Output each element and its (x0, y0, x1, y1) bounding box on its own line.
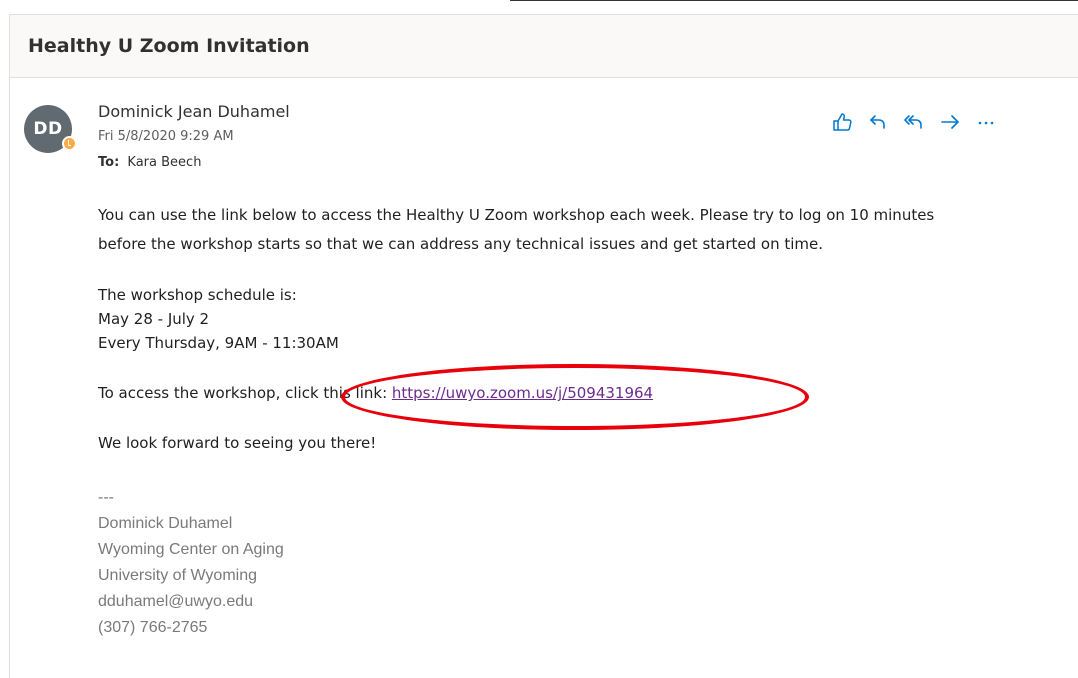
signature-separator: --- (98, 489, 114, 506)
signature-email: dduhamel@uwyo.edu (98, 593, 254, 610)
forward-icon (941, 115, 959, 129)
reply-icon (870, 115, 885, 129)
schedule-heading: The workshop schedule is: (98, 286, 297, 304)
reply-all-icon (904, 115, 922, 129)
recipient-line: To: Kara Beech (98, 155, 201, 170)
message-actions (828, 108, 1008, 136)
to-label: To: (98, 155, 120, 170)
reply-all-button[interactable] (900, 108, 928, 136)
schedule-dates: May 28 - July 2 (98, 310, 210, 328)
signature-phone: (307) 766-2765 (98, 619, 208, 636)
presence-away-icon (62, 136, 77, 151)
link-prefix: To access the workshop, click this link: (98, 384, 392, 402)
body-paragraph-line: You can use the link below to access the… (98, 206, 935, 224)
schedule-time: Every Thursday, 9AM - 11:30AM (98, 334, 339, 352)
more-actions-button[interactable] (972, 108, 1000, 136)
more-icon (978, 121, 994, 125)
reply-button[interactable] (864, 108, 892, 136)
signature-university: University of Wyoming (98, 567, 258, 584)
sender-name[interactable]: Dominick Jean Duhamel (98, 102, 290, 121)
recipient-name[interactable]: Kara Beech (127, 155, 201, 170)
email-subject: Healthy U Zoom Invitation (28, 35, 310, 57)
thumbs-up-icon (833, 113, 852, 131)
top-divider (510, 0, 1078, 1)
subject-bar: Healthy U Zoom Invitation (9, 14, 1078, 78)
avatar-initials: DD (33, 119, 63, 139)
signature-org: Wyoming Center on Aging (98, 541, 284, 558)
zoom-link[interactable]: https://uwyo.zoom.us/j/509431964 (392, 384, 653, 402)
link-line: To access the workshop, click this link:… (98, 381, 653, 405)
sent-date: Fri 5/8/2020 9:29 AM (98, 129, 234, 144)
like-button[interactable] (828, 108, 856, 136)
closing-line: We look forward to seeing you there! (98, 434, 377, 452)
forward-button[interactable] (936, 108, 964, 136)
body-paragraph-line: before the workshop starts so that we ca… (98, 235, 824, 253)
signature-name: Dominick Duhamel (98, 515, 233, 532)
